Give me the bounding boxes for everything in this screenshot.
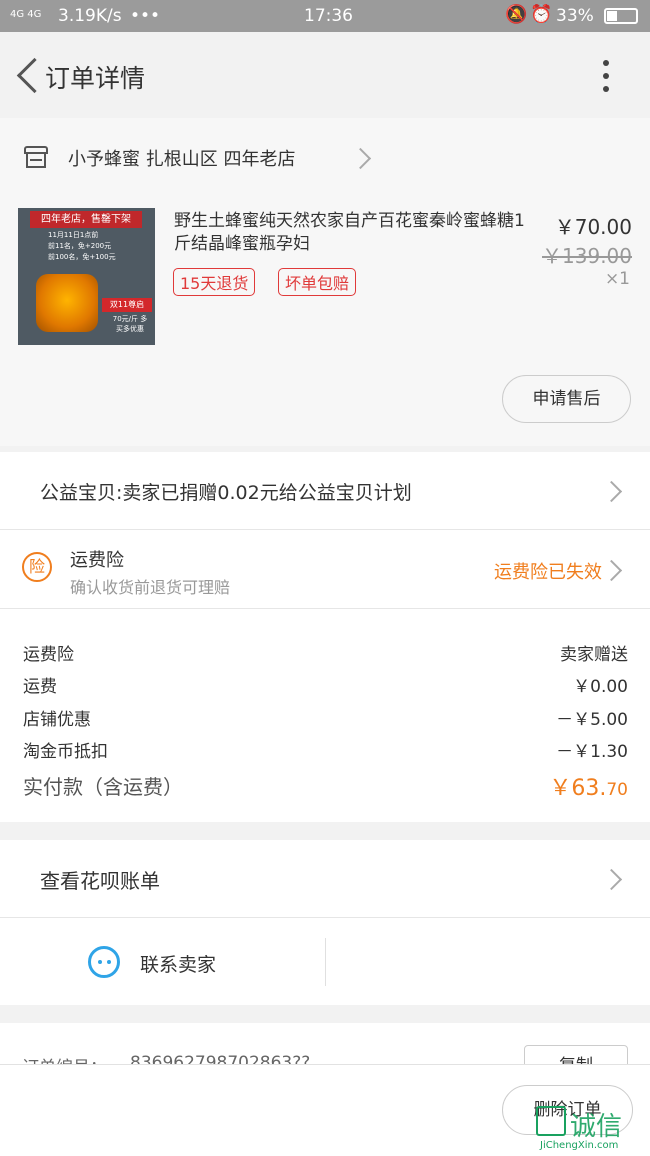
insurance-icon: 险	[22, 552, 52, 582]
network-speed: 3.19K/s	[58, 6, 122, 26]
summary-label-coin: 淘金币抵扣	[23, 742, 108, 762]
insurance-title: 运费险	[70, 550, 124, 571]
watermark-logo-icon	[536, 1106, 566, 1136]
paid-amount-major: ￥63.	[549, 776, 607, 801]
chevron-right-icon	[600, 559, 623, 582]
network-indicator: 4G 4G	[10, 9, 42, 20]
watermark-text: 诚信	[570, 1112, 623, 1142]
alarm-icon: ⏰	[530, 4, 553, 25]
contact-row: 联系卖家	[0, 918, 650, 1005]
shop-icon	[24, 146, 48, 168]
battery-percent: 33%	[556, 6, 594, 26]
chevron-right-icon	[349, 147, 372, 170]
chevron-right-icon	[600, 868, 623, 891]
divider	[325, 938, 326, 986]
price-summary: 运费险 卖家赠送 运费 ￥0.00 店铺优惠 －￥5.00 淘金币抵扣 －￥1.…	[0, 609, 650, 822]
watermark-url: JiChengXin.com	[540, 1140, 619, 1151]
summary-value-coin: －￥1.30	[556, 742, 628, 762]
quantity: ×1	[604, 269, 630, 289]
huabei-row[interactable]: 查看花呗账单	[0, 840, 650, 917]
shop-row[interactable]: 小予蜂蜜 扎根山区 四年老店	[0, 118, 650, 196]
charity-text: 公益宝贝:卖家已捐赠0.02元给公益宝贝计划	[40, 482, 412, 504]
honey-jar-shape	[36, 274, 98, 332]
shop-name: 小予蜂蜜 扎根山区 四年老店	[68, 149, 296, 170]
summary-value-store-discount: －￥5.00	[556, 710, 628, 730]
image-badge: 双11尊启	[102, 298, 152, 312]
clock: 17:36	[304, 6, 353, 26]
after-sale-button[interactable]: 申请售后	[502, 375, 631, 423]
charity-row[interactable]: 公益宝贝:卖家已捐赠0.02元给公益宝贝计划	[0, 452, 650, 529]
page-title: 订单详情	[45, 64, 146, 93]
image-date: 11月11日1点前	[48, 231, 99, 239]
original-price: ￥139.00	[542, 244, 632, 268]
contact-seller-label: 联系卖家	[140, 954, 217, 976]
tag-damage: 坏单包赔	[278, 268, 357, 296]
insurance-row[interactable]: 险 运费险 确认收货前退货可理赔 运费险已失效	[0, 530, 650, 608]
watermark: 诚信 JiChengXin.com	[536, 1106, 646, 1152]
status-bar: 4G 4G 3.19K/s ••• 17:36 🔕 ⏰ 33%	[0, 0, 650, 32]
paid-amount-minor: 70	[606, 780, 628, 800]
paid-label: 实付款（含运费）	[23, 775, 183, 799]
image-spec: 70元/斤 多买多优惠	[112, 315, 148, 333]
product-image: 四年老店，售罄下架 11月11日1点前 前11名，免+200元 前100名，免+…	[18, 208, 155, 345]
image-line2: 前100名，免+100元	[48, 253, 116, 261]
mute-icon: 🔕	[505, 4, 528, 25]
summary-label-shipping: 运费	[23, 677, 57, 697]
battery-icon	[604, 8, 638, 24]
more-menu-button[interactable]	[596, 58, 616, 94]
product-title[interactable]: 野生土蜂蜜纯天然农家自产百花蜜秦岭蜜蜂糖1斤结晶峰蜜瓶孕妇	[174, 210, 526, 256]
summary-label-insurance: 运费险	[23, 645, 74, 665]
chat-icon	[88, 946, 120, 978]
image-banner: 四年老店，售罄下架	[30, 211, 142, 228]
more-dots: •••	[130, 6, 161, 26]
summary-value-insurance: 卖家赠送	[560, 645, 628, 665]
image-line1: 前11名，免+200元	[48, 242, 112, 250]
huabei-text: 查看花呗账单	[40, 869, 160, 893]
insurance-status: 运费险已失效	[494, 562, 602, 583]
tag-return: 15天退货	[173, 268, 256, 296]
product-card[interactable]: 四年老店，售罄下架 11月11日1点前 前11名，免+200元 前100名，免+…	[0, 196, 650, 446]
summary-value-shipping: ￥0.00	[573, 677, 628, 697]
back-button[interactable]	[12, 57, 53, 94]
nav-bar: 订单详情	[0, 32, 650, 118]
paid-amount: ￥63.70	[549, 770, 628, 802]
contact-seller-button[interactable]: 联系卖家	[0, 918, 325, 1005]
insurance-subtitle: 确认收货前退货可理赔	[70, 578, 231, 597]
summary-label-store-discount: 店铺优惠	[23, 710, 91, 730]
chevron-right-icon	[600, 480, 623, 503]
product-price: ￥70.00	[554, 215, 632, 239]
